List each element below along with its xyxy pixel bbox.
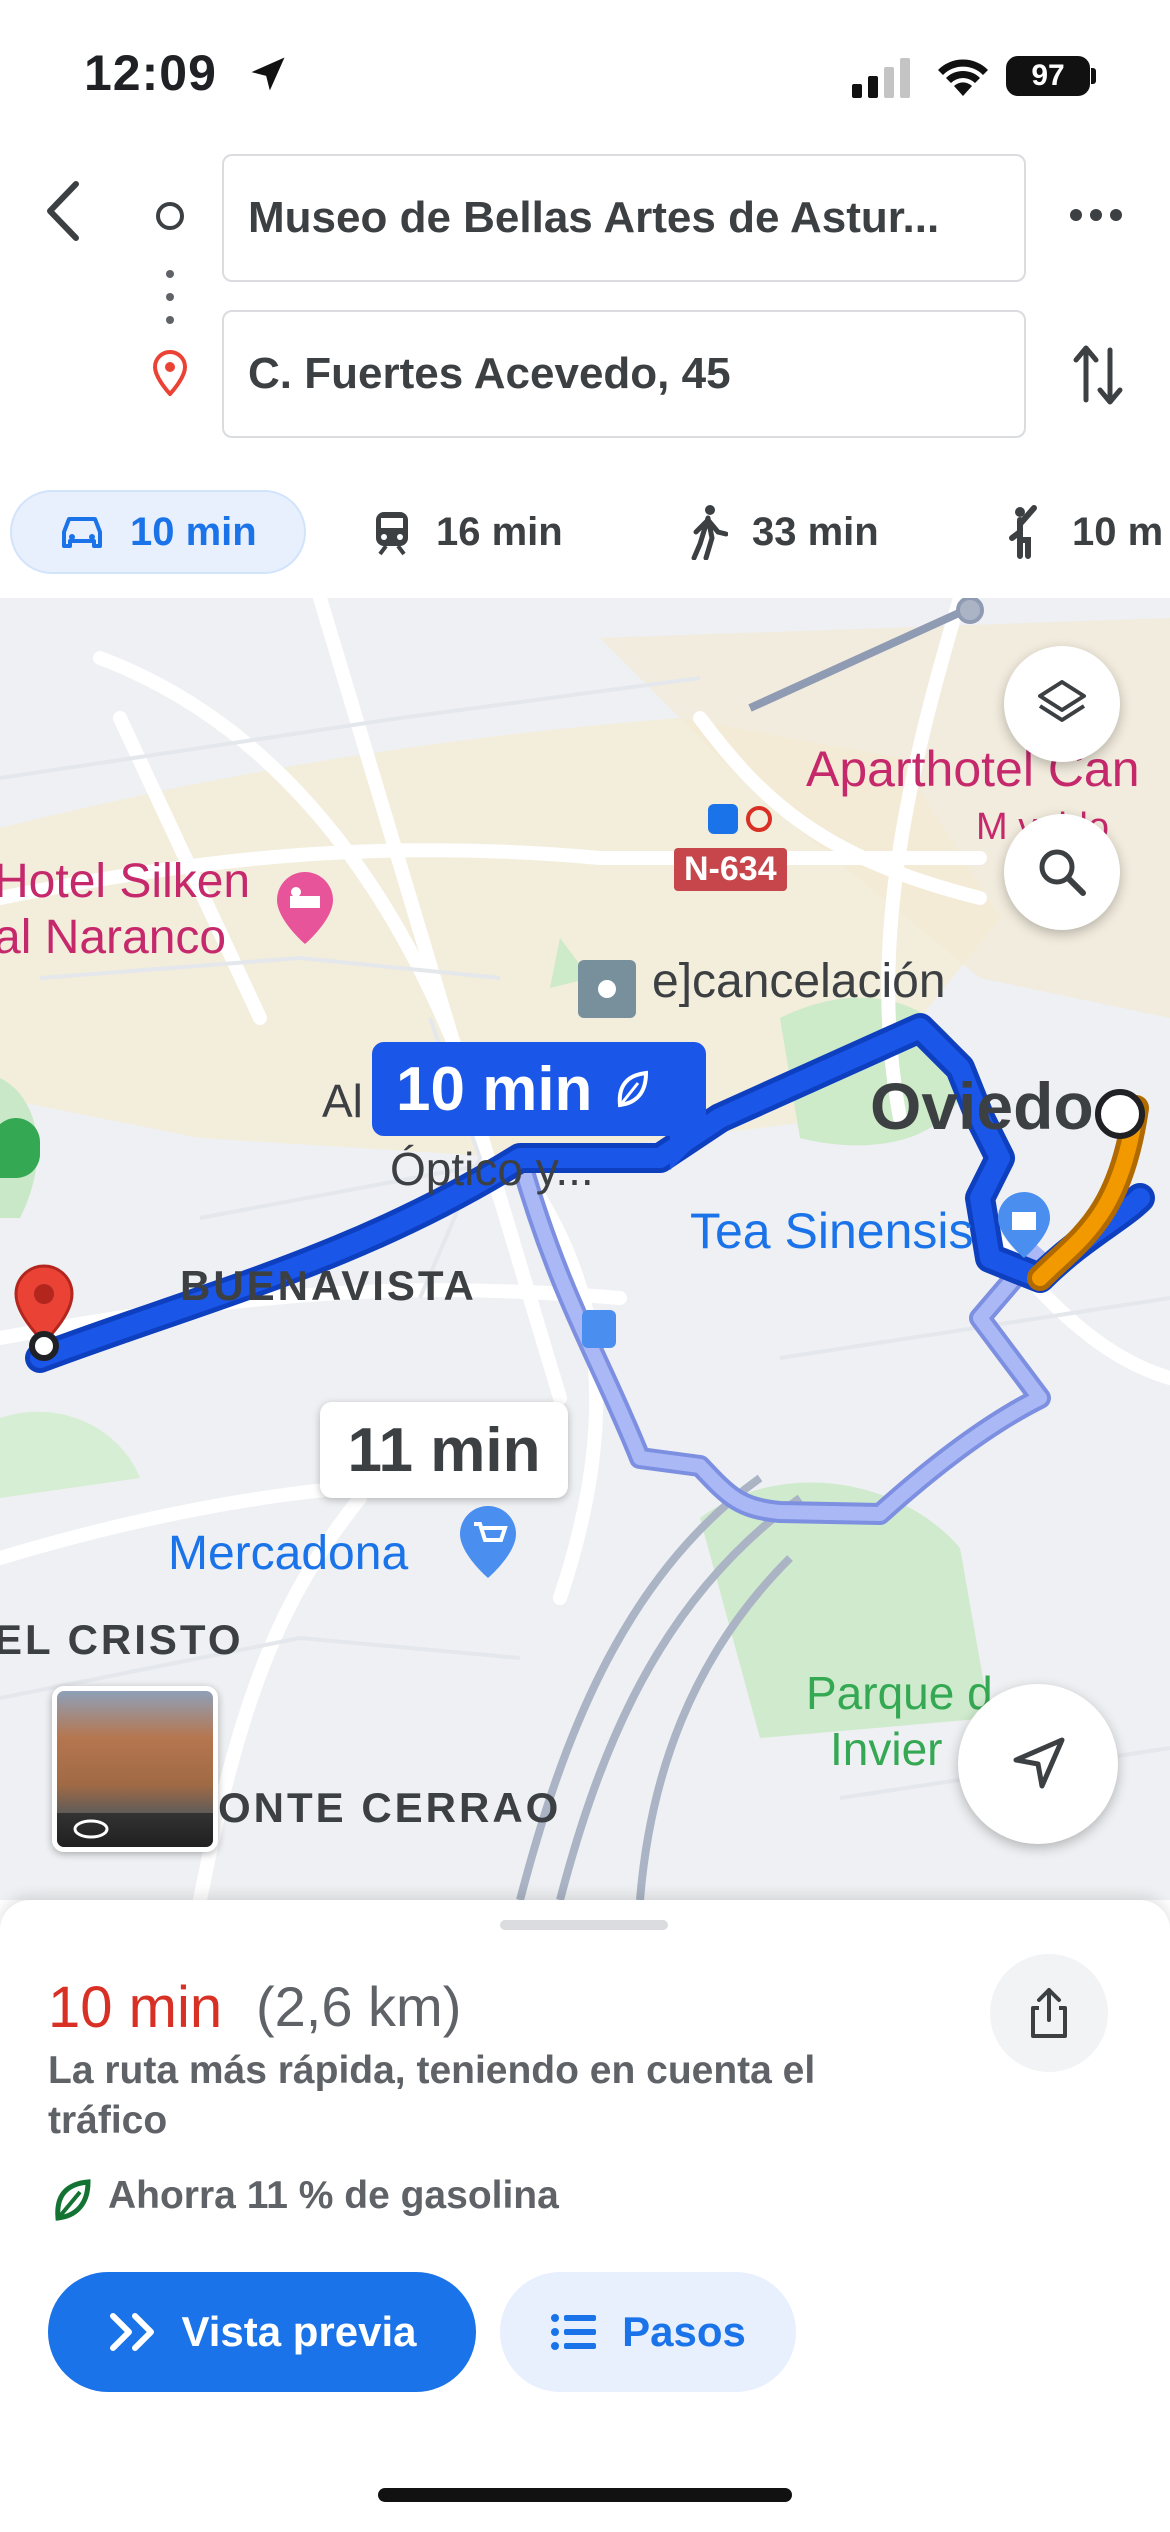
poi-hotel-silken-2: al Naranco xyxy=(0,911,227,964)
poi-cancelacion[interactable]: e]cancelación xyxy=(652,954,946,1009)
mode-car-label: 10 min xyxy=(130,509,257,554)
eco-leaf-icon xyxy=(618,1070,649,1108)
preview-label: Vista previa xyxy=(181,2308,417,2355)
share-icon xyxy=(1031,1988,1067,2038)
swap-icon[interactable] xyxy=(1070,340,1126,410)
route-time-bubble-alt[interactable]: 11 min xyxy=(320,1402,568,1498)
poi-tea-sinensis[interactable]: Tea Sinensis xyxy=(690,1202,974,1260)
status-time: 12:09 xyxy=(84,45,217,101)
navigation-arrow-icon xyxy=(1013,1737,1065,1789)
double-chevron-icon xyxy=(110,2313,155,2351)
metro-icon[interactable] xyxy=(746,806,772,832)
fuel-savings: Ahorra 11 % de gasolina xyxy=(108,2174,559,2217)
park-pin-icon[interactable] xyxy=(0,1118,40,1178)
preview-button[interactable]: Vista previa xyxy=(48,2272,476,2392)
poi-parque-1[interactable]: Parque d xyxy=(806,1666,993,1720)
area-buenavista: BUENAVISTA xyxy=(180,1262,477,1309)
destination-pin-icon xyxy=(152,350,188,396)
travel-mode-bar: 10 min 16 min 33 min 10 m xyxy=(0,478,1170,588)
steps-button[interactable]: Pasos xyxy=(500,2272,796,2392)
map-view[interactable]: Aparthotel Can M valdo N-634 Hotel Silke… xyxy=(0,598,1170,1900)
mode-transit[interactable]: 16 min xyxy=(372,490,563,574)
more-options-icon[interactable] xyxy=(1066,200,1126,230)
bus-stop-icon[interactable] xyxy=(582,1310,616,1348)
transit-icon[interactable] xyxy=(708,804,738,834)
search-map-button[interactable] xyxy=(1004,814,1120,930)
poi-parque-2: Invier xyxy=(830,1723,943,1775)
street-view-thumbnail[interactable] xyxy=(52,1686,218,1852)
mode-car[interactable]: 10 min xyxy=(10,490,306,574)
route-description: La ruta más rápida, teniendo en cuenta e… xyxy=(48,2049,816,2142)
hail-icon xyxy=(1009,505,1037,559)
walk-icon xyxy=(691,505,728,560)
poi-al: Al xyxy=(322,1075,363,1127)
list-icon xyxy=(551,2314,597,2350)
eco-leaf-icon xyxy=(55,2179,91,2221)
mode-ride[interactable]: 10 m xyxy=(1004,490,1163,574)
hotel-pin-icon[interactable] xyxy=(274,870,336,946)
home-indicator[interactable] xyxy=(378,2488,792,2502)
steps-label: Pasos xyxy=(622,2308,746,2355)
share-button[interactable] xyxy=(990,1954,1108,2072)
layers-icon xyxy=(1038,680,1086,722)
search-icon xyxy=(1039,849,1086,896)
route-time-bubble-main[interactable]: 10 min xyxy=(372,1042,706,1136)
shop-pin-icon[interactable] xyxy=(996,1190,1052,1260)
back-arrow-icon[interactable] xyxy=(40,178,90,244)
poi-optico[interactable]: Óptico y... xyxy=(390,1142,594,1196)
route-eta: 10 min xyxy=(48,1975,223,2040)
location-arrow-icon xyxy=(251,57,285,91)
recenter-button[interactable] xyxy=(958,1684,1118,1844)
mode-ride-label: 10 m xyxy=(1072,509,1164,554)
route-bubble-tail xyxy=(670,1134,706,1170)
origin-field[interactable]: Museo de Bellas Artes de Astur... xyxy=(222,154,1026,282)
area-el-cristo: EL CRISTO xyxy=(0,1616,244,1663)
cart-pin-icon[interactable] xyxy=(458,1504,518,1580)
signal-icon xyxy=(852,58,910,98)
cancelacion-icon xyxy=(578,960,636,1018)
destination-marker-icon[interactable] xyxy=(12,1262,76,1362)
poi-mercadona[interactable]: Mercadona xyxy=(168,1526,408,1581)
mode-walk[interactable]: 33 min xyxy=(688,490,879,574)
road-n634: N-634 xyxy=(674,848,787,891)
origin-circle-icon xyxy=(156,202,184,230)
street-view-icon xyxy=(73,1819,109,1839)
city-oviedo: Oviedo xyxy=(870,1069,1094,1143)
car-icon xyxy=(62,517,102,548)
mode-walk-label: 33 min xyxy=(752,509,879,554)
mode-transit-label: 16 min xyxy=(436,509,563,554)
route-distance: (2,6 km) xyxy=(256,1975,462,2038)
route-main-time: 10 min xyxy=(396,1054,593,1124)
connector-dots xyxy=(166,270,174,324)
sheet-drag-handle[interactable] xyxy=(500,1920,668,1930)
battery-indicator: 97 xyxy=(1006,56,1090,96)
poi-hotel-silken[interactable]: Hotel Silken xyxy=(0,854,250,909)
layers-button[interactable] xyxy=(1004,646,1120,762)
area-monte-cerrao: ONTE CERRAO xyxy=(218,1784,562,1831)
destination-field[interactable]: C. Fuertes Acevedo, 45 xyxy=(222,310,1026,438)
battery-tip xyxy=(1091,68,1096,84)
wifi-icon xyxy=(938,59,988,96)
train-icon xyxy=(376,512,408,556)
